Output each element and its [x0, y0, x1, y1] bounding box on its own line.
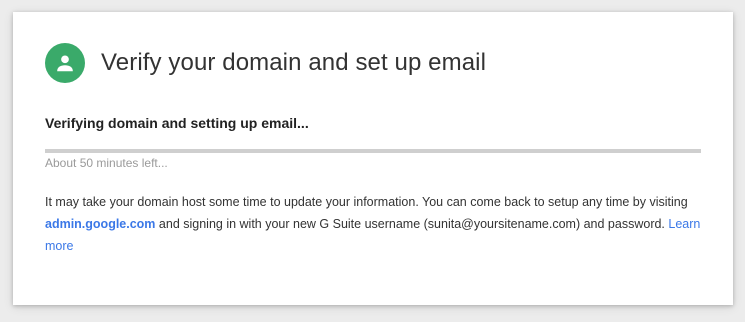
progress-bar [45, 149, 701, 153]
time-left-text: About 50 minutes left... [45, 156, 168, 170]
status-heading: Verifying domain and setting up email... [45, 115, 309, 131]
info-text-part2: and signing in with your new G Suite use… [155, 217, 669, 231]
avatar [45, 43, 85, 83]
info-message: It may take your domain host some time t… [45, 191, 705, 257]
admin-console-link[interactable]: admin.google.com [45, 217, 155, 231]
person-icon [57, 55, 73, 72]
card-header: Verify your domain and set up email [45, 43, 486, 83]
verify-domain-card: Verify your domain and set up email Veri… [13, 12, 733, 305]
page-title: Verify your domain and set up email [101, 49, 487, 76]
info-text-part1: It may take your domain host some time t… [45, 195, 688, 209]
